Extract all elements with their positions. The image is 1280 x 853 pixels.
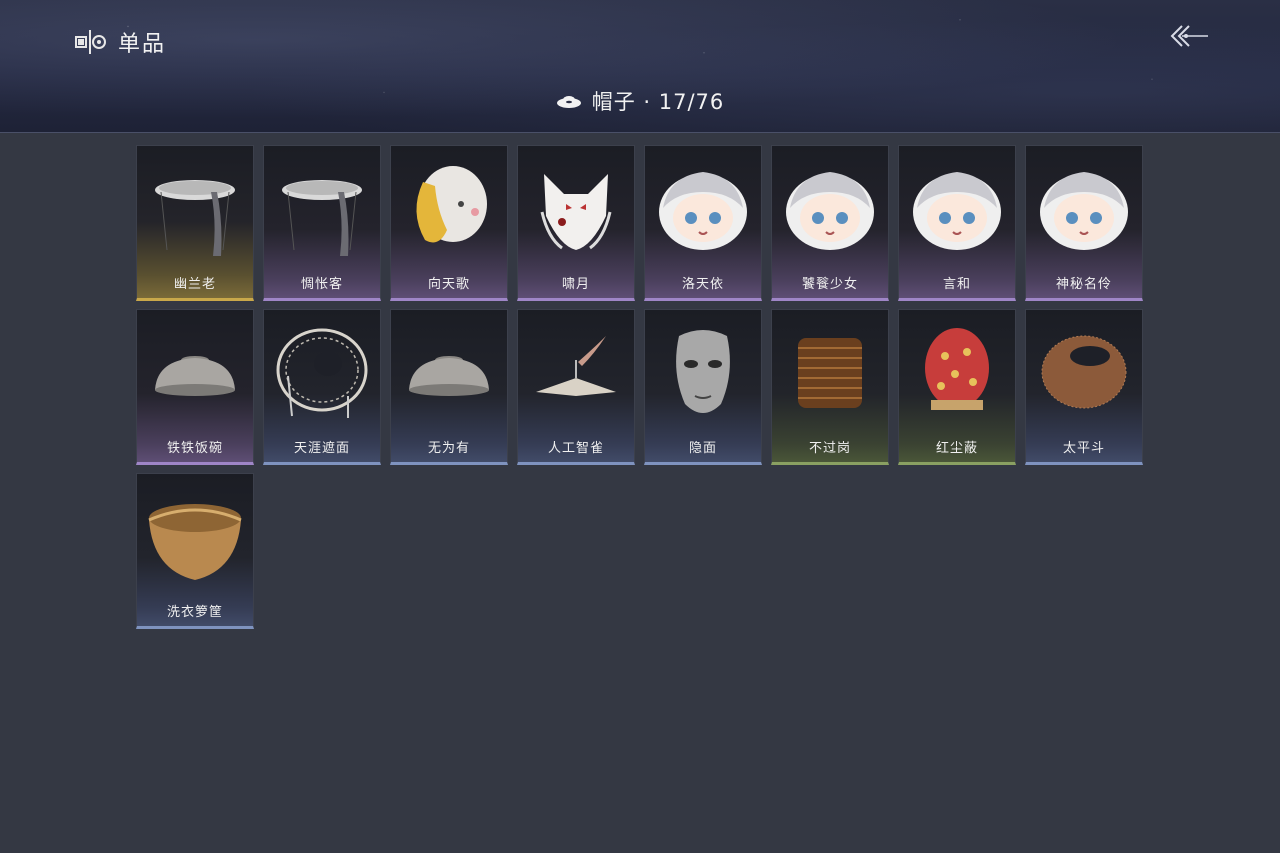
chick-hood-icon [416, 166, 487, 243]
item-card[interactable]: 天涯遮面 [263, 309, 381, 465]
item-card[interactable]: 言和 [898, 145, 1016, 301]
item-card[interactable]: 人工智雀 [517, 309, 635, 465]
item-name: 红尘蔽 [935, 441, 978, 456]
item-card[interactable]: 洗衣箩筐 [136, 473, 254, 629]
character-head-icon [659, 172, 747, 250]
hat-veil-icon [282, 180, 362, 256]
page-title-group: 单品 [74, 26, 166, 58]
basket-icon [148, 504, 242, 580]
item-card[interactable]: 惆怅客 [263, 145, 381, 301]
item-grid: 幽兰老 惆怅客 向天歌 啸月 洛天依 饕餮少女 言和 神秘名伶铁铁饭碗 天涯遮面 无为有 人工智雀 隐… [136, 145, 1144, 629]
hat-icon [556, 96, 581, 108]
item-name: 神秘名伶 [1055, 277, 1112, 292]
item-name: 幽兰老 [173, 277, 216, 292]
item-card[interactable]: 啸月 [517, 145, 635, 301]
category-label: 帽子 · 17/76 [591, 90, 725, 114]
item-name: 天涯遮面 [293, 441, 350, 456]
item-card[interactable]: 太平斗 [1025, 309, 1143, 465]
item-card[interactable]: 隐面 [644, 309, 762, 465]
item-card[interactable]: 神秘名伶 [1025, 145, 1143, 301]
basket-hat-icon [1041, 335, 1127, 409]
item-card[interactable]: 幽兰老 [136, 145, 254, 301]
bowl-hat-icon [155, 356, 235, 396]
page-title: 单品 [118, 32, 167, 57]
item-name: 铁铁饭碗 [166, 441, 223, 456]
conical-hat-icon [536, 336, 616, 396]
character-head-icon [1040, 172, 1128, 250]
category-header: 帽子 · 17/76 [0, 86, 1280, 116]
fox-mask-icon [540, 174, 612, 250]
item-card[interactable]: 饕餮少女 [771, 145, 889, 301]
back-arrow-icon [1170, 25, 1208, 47]
bamboo-hat-icon [276, 328, 368, 418]
item-name: 无为有 [427, 441, 470, 456]
item-name: 言和 [942, 277, 971, 292]
item-name: 隐面 [688, 441, 717, 456]
stacked-bowls-icon [798, 338, 862, 408]
character-head-icon [913, 172, 1001, 250]
item-card[interactable]: 不过岗 [771, 309, 889, 465]
item-name: 惆怅客 [300, 277, 343, 292]
item-name: 人工智雀 [547, 441, 604, 456]
item-card[interactable]: 红尘蔽 [898, 309, 1016, 465]
item-name: 洗衣箩筐 [166, 605, 223, 620]
bowl-hat-icon [409, 356, 489, 396]
item-name: 洛天依 [681, 277, 724, 292]
item-name: 太平斗 [1062, 441, 1105, 456]
item-name: 不过岗 [808, 441, 851, 456]
item-name: 向天歌 [427, 277, 470, 292]
item-name: 啸月 [561, 277, 590, 292]
item-name: 饕餮少女 [801, 277, 858, 292]
mask-icon [676, 330, 730, 413]
item-card[interactable]: 洛天依 [644, 145, 762, 301]
item-card[interactable]: 向天歌 [390, 145, 508, 301]
hat-veil-icon [155, 180, 235, 256]
item-card[interactable]: 铁铁饭碗 [136, 309, 254, 465]
item-card[interactable]: 无为有 [390, 309, 508, 465]
red-hood-icon [925, 328, 989, 410]
character-head-icon [786, 172, 874, 250]
back-button[interactable] [1168, 20, 1212, 52]
collection-icon [75, 30, 106, 54]
